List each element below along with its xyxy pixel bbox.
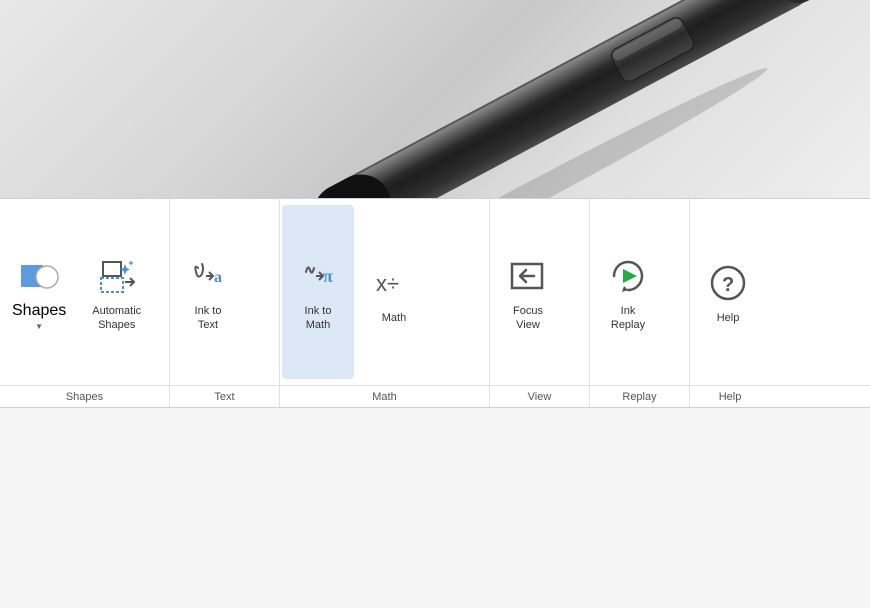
- focus-view-button[interactable]: FocusView: [492, 205, 564, 379]
- help-label: Help: [717, 311, 740, 325]
- math-icon: x÷: [370, 259, 418, 307]
- shapes-dropdown-arrow: ▼: [35, 322, 43, 331]
- svg-text:a: a: [214, 269, 222, 286]
- math-button[interactable]: x÷ Math: [358, 205, 430, 379]
- text-group-label: Text: [170, 386, 280, 407]
- ribbon-toolbar: Shapes ▼: [0, 198, 870, 408]
- pen-area: [0, 0, 870, 210]
- focus-icon: [504, 252, 552, 300]
- svg-text:π: π: [323, 266, 333, 286]
- focus-view-label: FocusView: [513, 304, 543, 333]
- ink-replay-button[interactable]: InkReplay: [592, 205, 664, 379]
- shapes-group: Shapes ▼: [0, 199, 170, 385]
- ink-to-math-label: Ink toMath: [305, 304, 332, 333]
- ink-to-math-button[interactable]: π Ink toMath: [282, 205, 354, 379]
- auto-shapes-button[interactable]: AutomaticShapes: [80, 205, 153, 379]
- content-area: [0, 408, 870, 608]
- ribbon-footer: Shapes Text Math View Replay Help: [0, 385, 870, 407]
- ribbon-content: Shapes ▼: [0, 199, 870, 385]
- shapes-group-label: Shapes: [0, 386, 170, 407]
- ink-to-text-label: Ink toText: [195, 304, 222, 333]
- svg-text:?: ?: [722, 274, 734, 296]
- ink-to-text-icon: a: [184, 252, 232, 300]
- auto-shapes-label: AutomaticShapes: [92, 304, 141, 333]
- text-group: a Ink toText: [170, 199, 280, 385]
- view-group-label: View: [490, 386, 590, 407]
- shapes-button[interactable]: Shapes ▼: [2, 205, 76, 379]
- auto-shapes-icon: [93, 252, 141, 300]
- replay-group: InkReplay: [590, 199, 690, 385]
- view-group: FocusView: [490, 199, 590, 385]
- svg-text:x÷: x÷: [376, 271, 399, 296]
- replay-group-label: Replay: [590, 386, 690, 407]
- math-group: π Ink toMath x÷ Math: [280, 199, 490, 385]
- shapes-icon: [17, 253, 61, 302]
- ink-to-text-button[interactable]: a Ink toText: [172, 205, 244, 379]
- shapes-label: Shapes: [12, 302, 66, 320]
- ink-replay-label: InkReplay: [611, 304, 645, 333]
- ink-replay-icon: [604, 252, 652, 300]
- math-group-label: Math: [280, 386, 490, 407]
- help-button[interactable]: ? Help: [692, 205, 764, 379]
- ink-to-math-icon: π: [294, 252, 342, 300]
- help-icon: ?: [704, 259, 752, 307]
- math-label: Math: [382, 311, 406, 325]
- help-group: ? Help: [690, 199, 770, 385]
- help-group-label: Help: [690, 386, 770, 407]
